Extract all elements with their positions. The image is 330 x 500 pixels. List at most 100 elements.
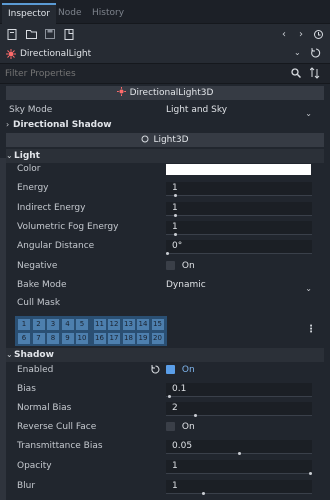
opacity-label: Opacity (17, 461, 52, 471)
bias-slider[interactable]: 0.1 (166, 383, 312, 398)
sky-mode-dropdown[interactable]: Light and Sky ⌄ (166, 104, 312, 118)
directional-shadow-group[interactable]: › Directional Shadow (0, 118, 330, 132)
color-label: Color (17, 164, 41, 174)
reverse-cull-checkbox[interactable] (166, 422, 175, 431)
angular-distance-row: Angular Distance 0° (0, 237, 330, 256)
slider-knob[interactable] (309, 472, 312, 475)
history-icon[interactable] (311, 27, 325, 41)
slider-track (166, 253, 312, 254)
filter-properties-input[interactable] (5, 66, 285, 82)
color-row: Color (0, 160, 330, 179)
cull-mask-layer-4[interactable]: 4 (60, 318, 75, 331)
object-selector[interactable]: DirectionalLight ⌄ (0, 45, 330, 64)
cull-mask-layer-11[interactable]: 11 (92, 318, 107, 331)
resource-icon[interactable] (62, 27, 76, 41)
fog-energy-label: Volumetric Fog Energy (17, 222, 119, 232)
fog-energy-row: Volumetric Fog Energy 1 (0, 218, 330, 237)
slider-track (166, 215, 312, 216)
forward-icon[interactable]: › (294, 27, 308, 41)
cull-mask-layer-3[interactable]: 3 (46, 318, 60, 331)
negative-toggle[interactable]: On (166, 260, 312, 273)
directional-shadow-label: Directional Shadow (13, 120, 112, 130)
energy-row: Energy 1 (0, 179, 330, 198)
class-header: DirectionalLight3D (6, 86, 324, 100)
negative-value: On (181, 261, 195, 271)
indirect-energy-slider[interactable]: 1 (166, 202, 312, 217)
indirect-energy-row: Indirect Energy 1 (0, 199, 330, 218)
open-icon[interactable] (24, 27, 38, 41)
opacity-slider[interactable]: 1 (166, 460, 312, 475)
slider-knob[interactable] (167, 395, 171, 398)
cull-mask-layer-16[interactable]: 16 (92, 331, 107, 345)
slider-knob[interactable] (201, 492, 205, 495)
slider-knob[interactable] (194, 414, 198, 417)
cull-mask-layer-19[interactable]: 19 (136, 331, 150, 345)
cull-mask-layer-7[interactable]: 7 (31, 331, 46, 345)
transmittance-bias-row: Transmittance Bias 0.05 (0, 437, 330, 456)
enabled-checkbox[interactable] (166, 365, 175, 374)
tab-node[interactable]: Node (52, 3, 88, 24)
negative-row: Negative On (0, 257, 330, 276)
kebab-icon[interactable]: ⋮ (306, 324, 316, 335)
light3d-label: Light3D (153, 135, 189, 145)
slider-knob[interactable] (166, 252, 169, 255)
cull-mask-row: Cull Mask (0, 294, 330, 313)
cull-mask-layer-12[interactable]: 12 (107, 318, 121, 331)
cull-mask-layer-6[interactable]: 6 (17, 331, 31, 345)
sort-icon[interactable] (309, 67, 320, 82)
indirect-energy-label: Indirect Energy (17, 203, 86, 213)
class-header-label: DirectionalLight3D (129, 88, 214, 98)
fog-energy-slider[interactable]: 1 (166, 221, 312, 236)
slider-knob[interactable] (173, 214, 177, 217)
negative-checkbox[interactable] (166, 261, 175, 270)
object-history-icon[interactable] (311, 48, 321, 61)
opacity-value: 1 (172, 461, 178, 471)
cull-mask-layer-15[interactable]: 15 (150, 318, 165, 331)
enabled-row: Enabled On (0, 361, 330, 380)
back-icon[interactable]: ‹ (277, 27, 291, 41)
slider-knob[interactable] (173, 233, 177, 236)
shadow-section-header[interactable]: ⌄ Shadow (6, 348, 324, 362)
revert-icon[interactable] (151, 365, 160, 377)
cull-mask-layer-13[interactable]: 13 (121, 318, 136, 331)
blur-slider[interactable]: 1 (166, 480, 312, 495)
slider-knob[interactable] (173, 194, 177, 197)
cull-mask-layer-10[interactable]: 10 (75, 331, 89, 345)
normal-bias-slider[interactable]: 2 (166, 402, 312, 417)
cull-mask-layer-17[interactable]: 17 (107, 331, 121, 345)
light3d-header: Light3D (6, 133, 324, 147)
tab-inspector[interactable]: Inspector (2, 3, 56, 24)
cull-mask-layer-14[interactable]: 14 (136, 318, 150, 331)
bias-value: 0.1 (172, 384, 187, 394)
bake-mode-dropdown[interactable]: Dynamic ⌄ (166, 279, 312, 293)
sky-mode-value: Light and Sky (166, 105, 228, 115)
save-icon[interactable] (43, 27, 57, 41)
inspector-toolbar: ‹ › (0, 24, 330, 45)
angular-distance-label: Angular Distance (17, 241, 95, 251)
chevron-right-icon: › (6, 120, 10, 129)
slider-knob[interactable] (238, 452, 241, 455)
cull-mask-grid: 1 2 3 4 5 11 12 13 14 15 6 7 8 9 10 16 17 18 19 20 (15, 316, 167, 346)
angular-distance-slider[interactable]: 0° (166, 240, 312, 255)
light-class-icon (116, 87, 126, 99)
reverse-cull-toggle[interactable]: On (166, 421, 312, 434)
cull-mask-layer-9[interactable]: 9 (60, 331, 75, 345)
cull-mask-layer-18[interactable]: 18 (121, 331, 136, 345)
energy-slider[interactable]: 1 (166, 182, 312, 197)
dock-tab-bar: Inspector Node History (0, 0, 330, 24)
cull-mask-layer-1[interactable]: 1 (17, 318, 31, 331)
blur-label: Blur (17, 481, 36, 491)
color-swatch[interactable] (166, 164, 311, 175)
cull-mask-layer-2[interactable]: 2 (31, 318, 46, 331)
transmittance-bias-slider[interactable]: 0.05 (166, 440, 312, 455)
tab-history[interactable]: History (86, 3, 130, 24)
dropdown-icon[interactable]: ⌄ (294, 48, 301, 57)
bake-mode-value: Dynamic (166, 280, 206, 290)
cull-mask-layer-20[interactable]: 20 (150, 331, 165, 345)
enabled-toggle[interactable]: On (166, 364, 312, 377)
cull-mask-layer-5[interactable]: 5 (75, 318, 89, 331)
cull-mask-layer-8[interactable]: 8 (46, 331, 60, 345)
bake-mode-row: Bake Mode Dynamic ⌄ (0, 276, 330, 295)
energy-label: Energy (17, 183, 49, 193)
new-scene-icon[interactable] (5, 27, 19, 41)
